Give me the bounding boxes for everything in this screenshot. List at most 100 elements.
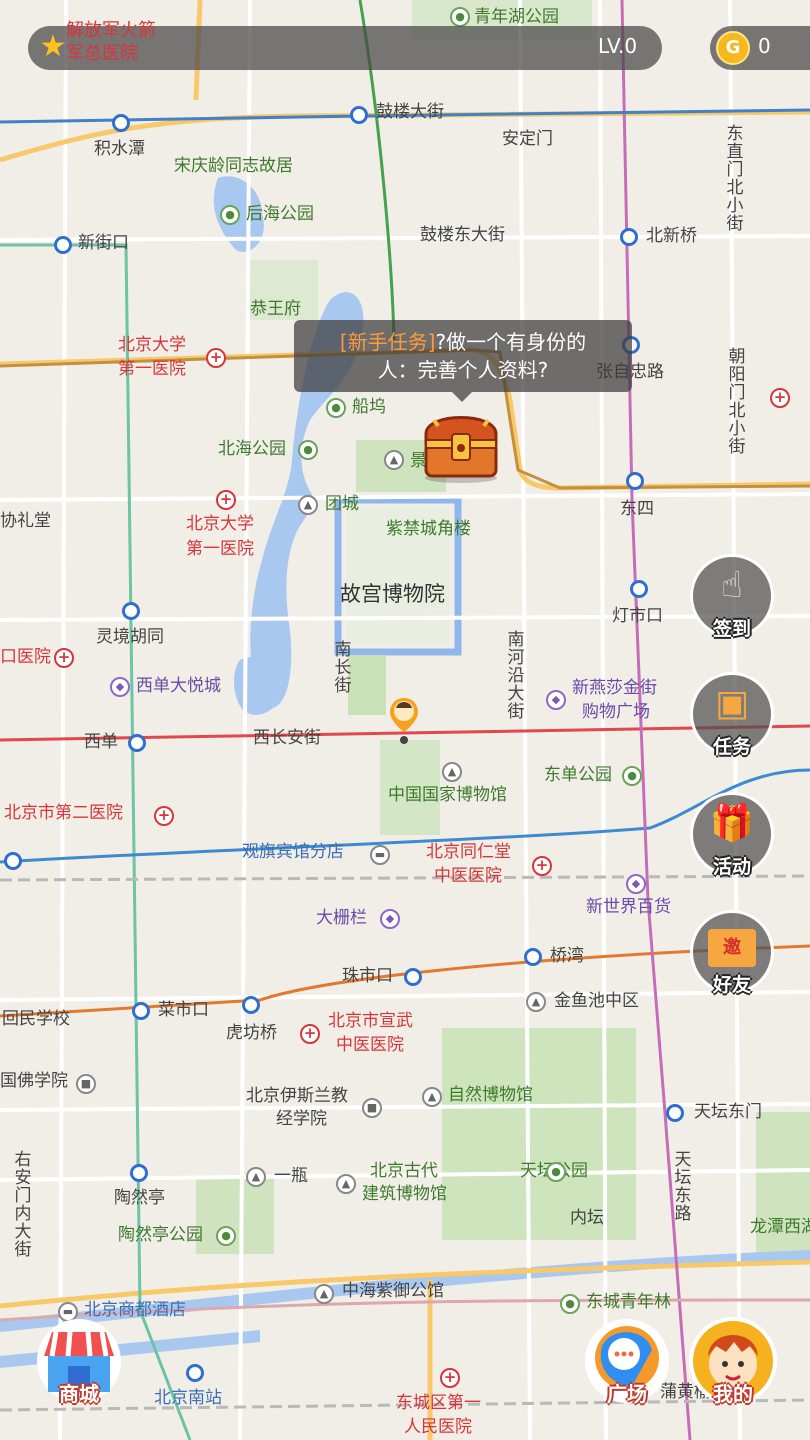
park-poi-icon[interactable]: ● (546, 1162, 566, 1182)
map-label-gray[interactable]: 国佛学院 (0, 1071, 68, 1092)
map-label-gray[interactable]: 中海紫御公馆 (342, 1281, 444, 1302)
museum-poi-icon[interactable]: ▲ (314, 1284, 334, 1304)
map-label-red[interactable]: 第一医院 (186, 539, 254, 560)
newbie-task-tooltip[interactable]: [新手任务]?做一个有身份的 人：完善个人资料? (294, 320, 632, 392)
hotel-poi-icon[interactable]: ▬ (370, 845, 390, 865)
park-poi-icon[interactable]: ● (450, 7, 470, 27)
station-xidan[interactable] (128, 734, 146, 752)
map-label-gray[interactable]: 天坛东门 (694, 1102, 762, 1123)
hospital-poi-icon[interactable]: + (770, 388, 790, 408)
station-tiantan-dongmen[interactable] (666, 1104, 684, 1122)
map-label-green[interactable]: 建筑博物馆 (362, 1184, 447, 1205)
checkin-button[interactable]: ☝ 签到 (690, 554, 774, 640)
hospital-poi-icon[interactable]: + (532, 856, 552, 876)
map-label-gray[interactable]: 协礼堂 (0, 511, 51, 532)
map-label-gray[interactable]: 新街口 (78, 233, 129, 254)
map-label-red[interactable]: 北京市第二医院 (4, 803, 123, 824)
map-label-gray[interactable]: 北新桥 (646, 226, 697, 247)
map-label-red[interactable]: 中医医院 (336, 1035, 404, 1056)
map-label-purple[interactable]: 新燕莎金街 (572, 678, 657, 699)
friends-button[interactable]: 邀 好友 (690, 910, 774, 996)
map-label-purple[interactable]: 购物广场 (582, 702, 650, 723)
station-gulou[interactable] (350, 106, 368, 124)
map-label-green[interactable]: 宋庆龄同志故居 (174, 156, 293, 177)
map-label-gray[interactable]: 安定门 (502, 129, 553, 150)
map-label-vertical[interactable]: 南长街 (330, 640, 351, 694)
map-label-gray[interactable]: 经学院 (276, 1109, 327, 1130)
station-dongsi[interactable] (626, 472, 644, 490)
map-label-green[interactable]: 龙潭西湖 (750, 1217, 810, 1238)
map-label-gray[interactable]: 内坛 (570, 1208, 604, 1229)
map-label-red[interactable]: 东城区第一 (396, 1393, 481, 1414)
events-button[interactable]: 🎁 活动 (690, 792, 774, 878)
station-zhushikou[interactable] (404, 968, 422, 986)
map-label-gray[interactable]: 灯市口 (612, 606, 663, 627)
map-label-gray[interactable]: 鼓楼东大街 (420, 225, 505, 246)
map-label-gray[interactable]: 金鱼池中区 (554, 991, 639, 1012)
museum-poi-icon[interactable]: ▲ (442, 762, 462, 782)
map-label-purple[interactable]: 西单大悦城 (136, 676, 221, 697)
map-label-gray[interactable]: 珠市口 (342, 966, 393, 987)
map-label-vertical[interactable]: 右安门内大街 (10, 1150, 31, 1258)
shop-poi-icon[interactable]: ◆ (626, 874, 646, 894)
map-label-green[interactable]: 团城 (325, 494, 359, 515)
shop-poi-icon[interactable]: ◆ (380, 909, 400, 929)
park-poi-icon[interactable]: ● (560, 1294, 580, 1314)
station-qiaowan[interactable] (524, 948, 542, 966)
map-label-red[interactable]: 北京同仁堂 (426, 842, 511, 863)
station-lingjing[interactable] (122, 602, 140, 620)
plaza-button[interactable]: 广场 (582, 1316, 672, 1406)
school-poi-icon[interactable]: ■ (362, 1098, 382, 1118)
user-location-pin-icon[interactable] (388, 696, 420, 744)
hospital-poi-icon[interactable]: + (206, 348, 226, 368)
map-label-red[interactable]: 北京市宣武 (328, 1011, 413, 1032)
map-label-blue[interactable]: 观旗宾馆分店 (242, 842, 344, 863)
map-label-green[interactable]: 北海公园 (218, 439, 286, 460)
museum-poi-icon[interactable]: ▲ (298, 495, 318, 515)
station-jishuitan[interactable] (112, 114, 130, 132)
map-label-vertical[interactable]: 天坛东路 (670, 1150, 691, 1222)
hospital-poi-icon[interactable]: + (300, 1024, 320, 1044)
shop-poi-icon[interactable]: ◆ (110, 677, 130, 697)
map-label-red[interactable]: 口医院 (0, 647, 51, 668)
map-label-red[interactable]: 北京大学 (186, 514, 254, 535)
park-poi-icon[interactable]: ● (298, 440, 318, 460)
station-beixinqiao[interactable] (620, 228, 638, 246)
map-label-purple[interactable]: 新世界百货 (586, 897, 671, 918)
station-beijing-south[interactable] (186, 1364, 204, 1382)
map-label-green[interactable]: 后海公园 (246, 204, 314, 225)
map-label-gray[interactable]: 北京伊斯兰教 (246, 1086, 348, 1107)
map-label-red[interactable]: 第一医院 (118, 359, 186, 380)
hospital-poi-icon[interactable]: + (154, 806, 174, 826)
map-label-gray[interactable]: 西单 (84, 732, 118, 753)
map-label-green[interactable]: 东城青年林 (586, 1292, 671, 1313)
map-label-vertical[interactable]: 南河沿大街 (503, 630, 524, 720)
museum-poi-icon[interactable]: ▲ (336, 1174, 356, 1194)
map-label-vertical[interactable]: 朝阳门北小街 (724, 347, 745, 455)
map-label-gray[interactable]: 一瓶 (274, 1166, 308, 1187)
map-label-green[interactable]: 青年湖公园 (474, 7, 559, 28)
station-caishikou[interactable] (132, 1002, 150, 1020)
station-taoranting[interactable] (130, 1164, 148, 1182)
station-hufangqiao[interactable] (242, 996, 260, 1014)
map-label-vertical[interactable]: 东直门北小街 (722, 124, 743, 232)
museum-poi-icon[interactable]: ▲ (246, 1167, 266, 1187)
hospital-poi-icon[interactable]: + (216, 490, 236, 510)
school-poi-icon[interactable]: ■ (76, 1074, 96, 1094)
map-label-green[interactable]: 东单公园 (544, 765, 612, 786)
treasure-chest-icon[interactable] (418, 404, 504, 484)
map-label-gray[interactable]: 东四 (620, 499, 654, 520)
map-label-green[interactable]: 船坞 (352, 397, 386, 418)
map-label-red[interactable]: 中医医院 (434, 866, 502, 887)
map-label-gray[interactable]: 陶然亭 (114, 1188, 165, 1209)
station-dengshikou[interactable] (630, 580, 648, 598)
mine-button[interactable]: 我的 (688, 1316, 778, 1406)
map-label-gray[interactable]: 回民学校 (2, 1009, 70, 1030)
map-label-red[interactable]: 人民医院 (404, 1417, 472, 1438)
map-label-gray[interactable]: 积水潭 (94, 139, 145, 160)
shop-button[interactable]: 商城 (34, 1316, 124, 1406)
park-poi-icon[interactable]: ● (326, 398, 346, 418)
map-label-green[interactable]: 北京古代 (370, 1161, 438, 1182)
map-label-green[interactable]: 中国国家博物馆 (388, 785, 507, 806)
park-poi-icon[interactable]: ● (220, 205, 240, 225)
